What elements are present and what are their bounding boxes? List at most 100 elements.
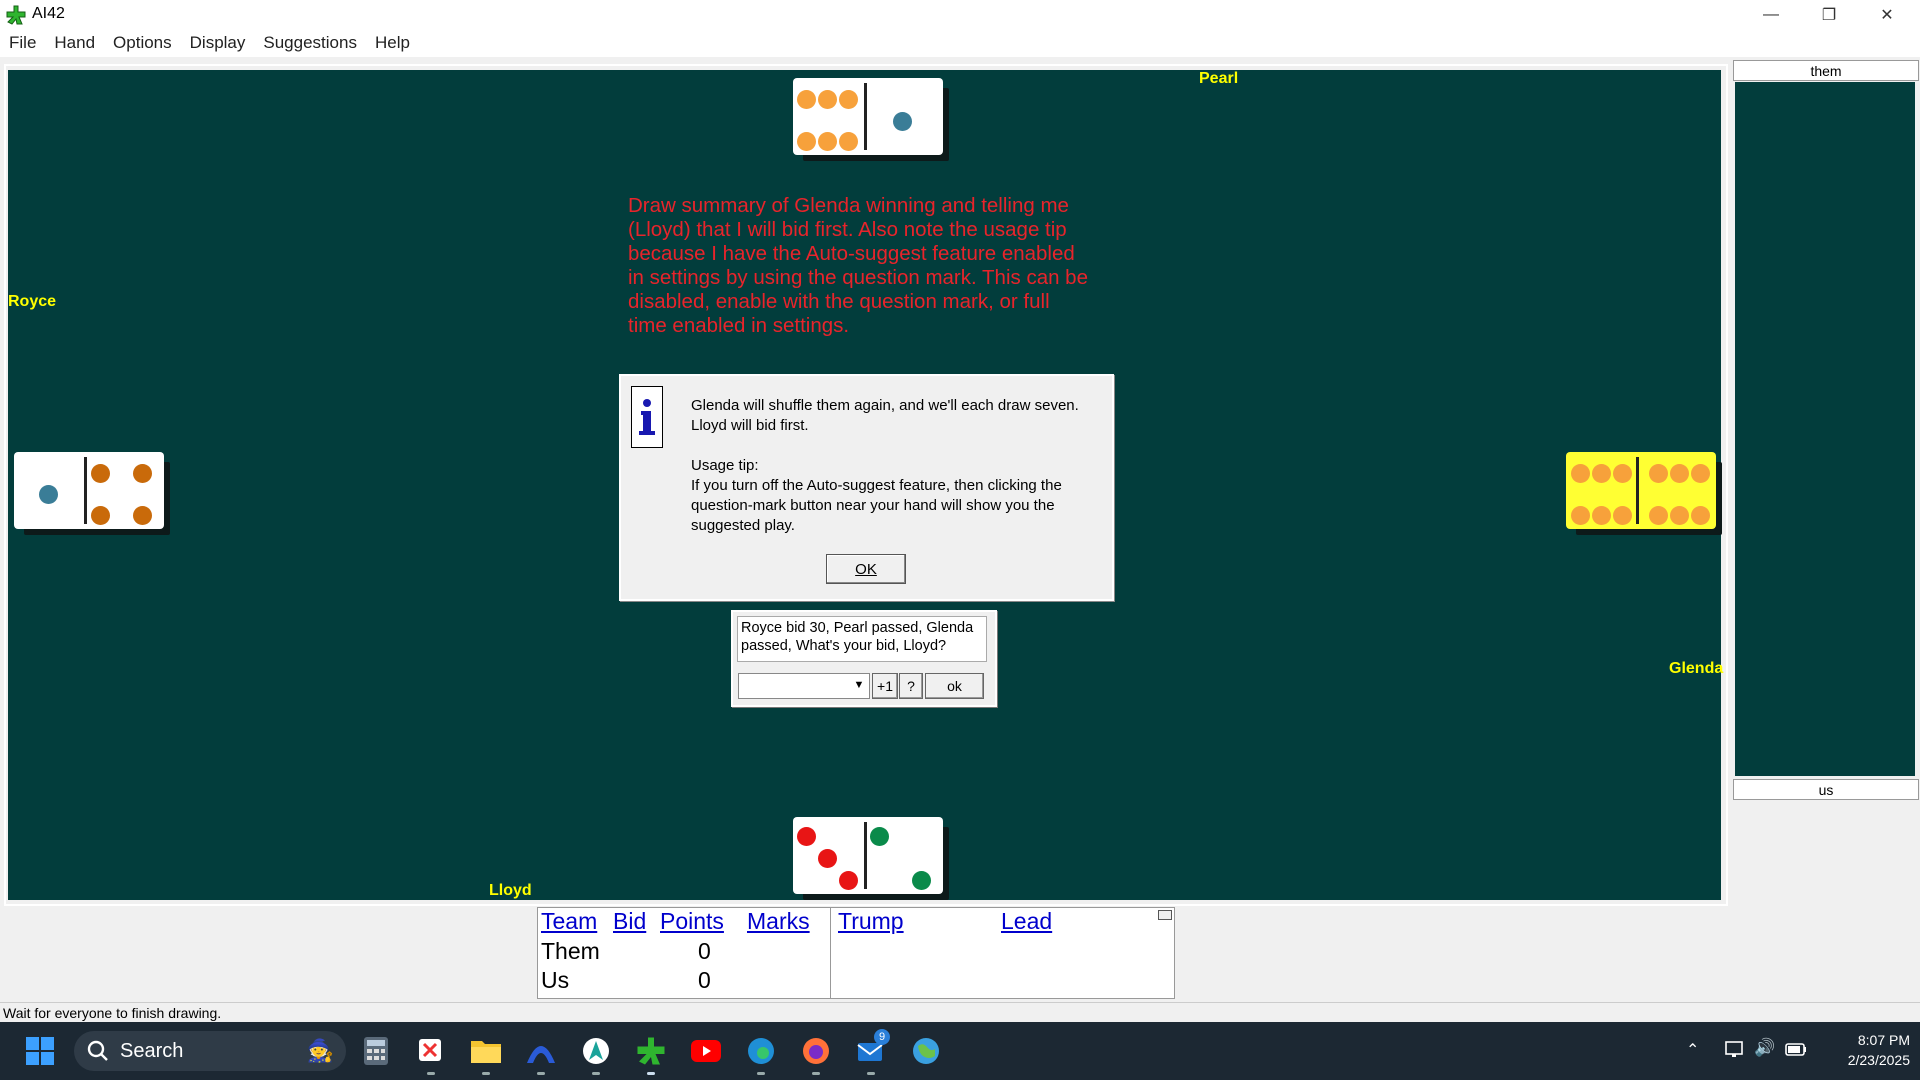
pip (1649, 464, 1668, 483)
folder-icon (471, 1041, 501, 1063)
pip (839, 90, 858, 109)
pip (1571, 464, 1590, 483)
dialog-ok-button[interactable]: OK (826, 554, 906, 584)
header-trump[interactable]: Trump (838, 908, 904, 935)
taskbar-app-mail[interactable]: 9 (853, 1029, 890, 1075)
header-marks[interactable]: Marks (747, 908, 810, 935)
player-name-left: Royce (8, 293, 57, 310)
dialog-tip-body: If you turn off the Auto-suggest feature… (691, 477, 1062, 534)
player-name-right: Glenda (1669, 660, 1724, 677)
mail-badge: 9 (874, 1029, 890, 1045)
us-label: us (1733, 779, 1919, 800)
battery-icon[interactable] (1784, 1039, 1808, 1064)
bid-help-button[interactable]: ? (899, 673, 923, 699)
domino-bottom[interactable] (793, 817, 943, 894)
player-name-bottom: Lloyd (489, 882, 532, 899)
menu-options[interactable]: Options (104, 33, 181, 53)
clock-time: 8:07 PM (1857, 1032, 1910, 1048)
header-bid[interactable]: Bid (613, 908, 646, 935)
taskbar-search-label: Search (120, 1039, 184, 1062)
taskbar-search[interactable]: Search 🧙 (74, 1031, 346, 1071)
bid-panel: Royce bid 30, Pearl passed, Glenda passe… (731, 610, 997, 707)
pip (839, 132, 858, 151)
pip (1613, 464, 1632, 483)
volume-icon[interactable]: 🔊 (1754, 1038, 1775, 1058)
domino-top (793, 78, 943, 155)
pip (39, 485, 58, 504)
bid-select[interactable]: ▼ (738, 673, 870, 699)
pip (1691, 506, 1710, 525)
player-name-top: Pearl (1199, 70, 1239, 87)
header-team[interactable]: Team (541, 908, 597, 935)
taskbar-app-weather[interactable] (908, 1033, 944, 1069)
pip (797, 90, 816, 109)
pip (133, 506, 152, 525)
taskbar-app-explorer[interactable] (468, 1033, 504, 1075)
edge-icon (748, 1038, 774, 1064)
start-button[interactable] (22, 1033, 58, 1069)
menu-suggestions[interactable]: Suggestions (254, 33, 366, 53)
chevron-down-icon[interactable]: ▼ (851, 677, 867, 693)
bid-message: Royce bid 30, Pearl passed, Glenda passe… (737, 616, 987, 662)
pip (870, 827, 889, 846)
taskbar-app-youtube[interactable] (688, 1033, 724, 1069)
close-button[interactable]: ✕ (1858, 0, 1916, 29)
minimize-icon: — (1763, 5, 1779, 23)
restore-button[interactable]: ❐ (1800, 0, 1858, 29)
pip (1592, 464, 1611, 483)
pip (1571, 506, 1590, 525)
menu-file[interactable]: File (0, 33, 45, 53)
annotation-note: Draw summary of Glenda winning and telli… (628, 194, 1088, 337)
menu-help[interactable]: Help (366, 33, 419, 53)
taskbar-app-ai42[interactable] (633, 1033, 669, 1075)
pip (91, 464, 110, 483)
youtube-icon (691, 1040, 721, 1062)
ai42-icon (637, 1037, 665, 1065)
row-points-them: 0 (698, 938, 711, 964)
bid-plus-one-button[interactable]: +1 (872, 673, 898, 699)
header-lead[interactable]: Lead (1001, 908, 1052, 935)
title-bar: AI42 — ❐ ✕ (0, 0, 1920, 29)
search-icon (87, 1040, 108, 1061)
restore-icon: ❐ (1821, 6, 1837, 24)
snipping-tool-icon (419, 1039, 441, 1061)
globe-icon (913, 1038, 939, 1064)
close-icon: ✕ (1880, 6, 1894, 24)
system-clock[interactable]: 8:07 PM 2/23/2025 (1810, 1030, 1910, 1070)
taskbar-app-edge[interactable] (743, 1033, 779, 1075)
taskbar-app-calculator[interactable] (358, 1033, 394, 1069)
score-table: Team Bid Points Marks Trump Lead Them 0 … (537, 907, 1175, 999)
chevron-up-icon[interactable]: ⌃ (1686, 1040, 1699, 1060)
search-highlight-icon: 🧙 (306, 1038, 334, 1063)
pip (1592, 506, 1611, 525)
network-icon[interactable] (1724, 1038, 1746, 1065)
navigation-icon (583, 1038, 609, 1064)
taskbar-app-arc[interactable] (523, 1033, 559, 1075)
minimize-button[interactable]: — (1742, 0, 1800, 29)
arc-icon (527, 1046, 555, 1063)
dialog-message-block: Glenda will shuffle them again, and we'l… (691, 396, 1101, 536)
pip (893, 112, 912, 131)
taskbar-app-firefox[interactable] (798, 1033, 834, 1075)
pip (797, 132, 816, 151)
taskbar-app-nav[interactable] (578, 1033, 614, 1075)
score-divider (830, 908, 831, 998)
row-team-them: Them (541, 938, 600, 964)
row-team-us: Us (541, 967, 570, 993)
pip (1691, 464, 1710, 483)
menu-hand[interactable]: Hand (45, 33, 104, 53)
history-area (1735, 82, 1915, 776)
calculator-icon (364, 1037, 388, 1065)
menu-display[interactable]: Display (181, 33, 255, 53)
header-points[interactable]: Points (660, 908, 724, 935)
taskbar: Search 🧙 9 ⌃ 🔊 8:07 PM 2/23/2025 (0, 1022, 1920, 1080)
pip (839, 871, 858, 890)
panel-toggle-icon[interactable] (1158, 910, 1172, 920)
taskbar-app-snipping[interactable] (413, 1033, 449, 1075)
info-icon (631, 386, 663, 448)
app-icon (6, 5, 26, 25)
domino-left (14, 452, 164, 529)
pip (1649, 506, 1668, 525)
domino-divider (84, 457, 87, 524)
bid-ok-button[interactable]: ok (925, 673, 984, 699)
